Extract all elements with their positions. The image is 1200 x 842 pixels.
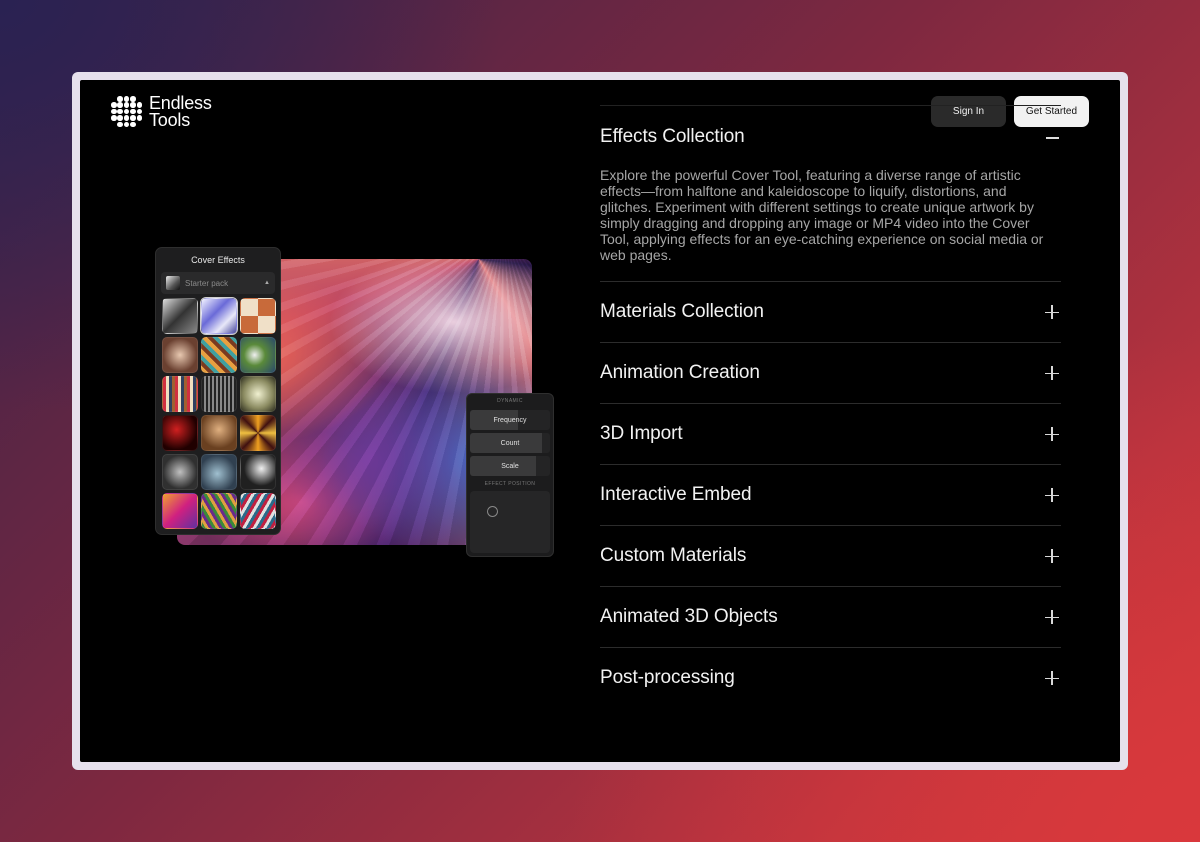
- accordion-item-animated-3d-objects[interactable]: Animated 3D Objects: [600, 587, 1061, 648]
- accordion-title: Effects Collection: [600, 126, 745, 147]
- accordion-item-custom-materials[interactable]: Custom Materials: [600, 526, 1061, 587]
- dynamic-header: DYNAMIC: [497, 398, 523, 404]
- accordion-title: Materials Collection: [600, 301, 764, 322]
- accordion-item-interactive-embed[interactable]: Interactive Embed: [600, 465, 1061, 526]
- effect-thumbnail[interactable]: [162, 493, 198, 529]
- accordion-body: Explore the powerful Cover Tool, featuri…: [600, 167, 1044, 263]
- accordion-title: Custom Materials: [600, 545, 747, 566]
- accordion-title: Post-processing: [600, 667, 735, 688]
- caret-up-icon: ▲: [264, 280, 270, 286]
- brand-logo[interactable]: Endless Tools: [111, 94, 212, 130]
- pack-thumbnail: [166, 276, 180, 290]
- plus-icon[interactable]: [1045, 671, 1059, 685]
- effect-thumbnail[interactable]: [162, 298, 198, 334]
- effect-thumbnail[interactable]: [201, 493, 237, 529]
- slider-frequency[interactable]: Frequency: [470, 410, 550, 430]
- plus-icon[interactable]: [1045, 549, 1059, 563]
- accordion-item-post-processing[interactable]: Post-processing: [600, 648, 1061, 709]
- effect-thumbnail[interactable]: [240, 415, 276, 451]
- effect-thumbnail[interactable]: [240, 493, 276, 529]
- accordion-title: 3D Import: [600, 423, 683, 444]
- browser-frame: Endless Tools Sign In Get Started Cover …: [72, 72, 1128, 770]
- accordion-title: Interactive Embed: [600, 484, 752, 505]
- cover-effects-panel: Cover Effects Starter pack ▲: [155, 247, 281, 535]
- plus-icon[interactable]: [1045, 305, 1059, 319]
- accordion-item-effects-collection[interactable]: Effects Collection: [600, 106, 1061, 166]
- plus-icon[interactable]: [1045, 610, 1059, 624]
- effect-thumbnail-grid: [161, 297, 276, 529]
- effect-thumbnail[interactable]: [240, 454, 276, 490]
- effect-thumbnail[interactable]: [240, 337, 276, 373]
- cover-effects-title: Cover Effects: [191, 255, 245, 265]
- effect-thumbnail[interactable]: [162, 376, 198, 412]
- plus-icon[interactable]: [1045, 488, 1059, 502]
- accordion-item-3d-import[interactable]: 3D Import: [600, 404, 1061, 465]
- accordion-title: Animation Creation: [600, 362, 760, 383]
- pack-select[interactable]: Starter pack ▲: [161, 272, 275, 294]
- slider-label: Count: [500, 439, 520, 447]
- effect-thumbnail[interactable]: [240, 376, 276, 412]
- plus-icon[interactable]: [1045, 427, 1059, 441]
- minus-icon[interactable]: [1046, 137, 1059, 139]
- plus-icon[interactable]: [1045, 366, 1059, 380]
- accordion-item-animation-creation[interactable]: Animation Creation: [600, 343, 1061, 404]
- accordion-item-materials-collection[interactable]: Materials Collection: [600, 282, 1061, 343]
- effect-thumbnail[interactable]: [201, 337, 237, 373]
- brand-name-line2: Tools: [149, 110, 191, 130]
- effect-thumbnail[interactable]: [162, 415, 198, 451]
- brand-name: Endless Tools: [149, 94, 212, 130]
- slider-label: Scale: [501, 462, 519, 470]
- accordion-title: Animated 3D Objects: [600, 606, 778, 627]
- dynamic-settings-panel: DYNAMIC Frequency Count Scale EFFECT POS…: [466, 393, 554, 557]
- position-handle[interactable]: [487, 506, 498, 517]
- effect-position-pad[interactable]: [470, 491, 550, 553]
- effect-thumbnail[interactable]: [162, 454, 198, 490]
- dot-grid-logo-icon: [111, 96, 143, 128]
- effect-thumbnail[interactable]: [201, 454, 237, 490]
- effect-thumbnail[interactable]: [200, 297, 238, 335]
- slider-label: Frequency: [493, 416, 527, 424]
- effect-position-header: EFFECT POSITION: [484, 481, 536, 487]
- effect-thumbnail[interactable]: [162, 337, 198, 373]
- slider-count[interactable]: Count: [470, 433, 550, 453]
- pack-select-value: Starter pack: [185, 278, 229, 288]
- effect-thumbnail[interactable]: [201, 415, 237, 451]
- effect-thumbnail[interactable]: [240, 298, 276, 334]
- slider-scale[interactable]: Scale: [470, 456, 550, 476]
- features-accordion: Effects Collection Explore the powerful …: [600, 105, 1061, 709]
- effect-thumbnail[interactable]: [201, 376, 237, 412]
- page-viewport: Endless Tools Sign In Get Started Cover …: [80, 80, 1120, 762]
